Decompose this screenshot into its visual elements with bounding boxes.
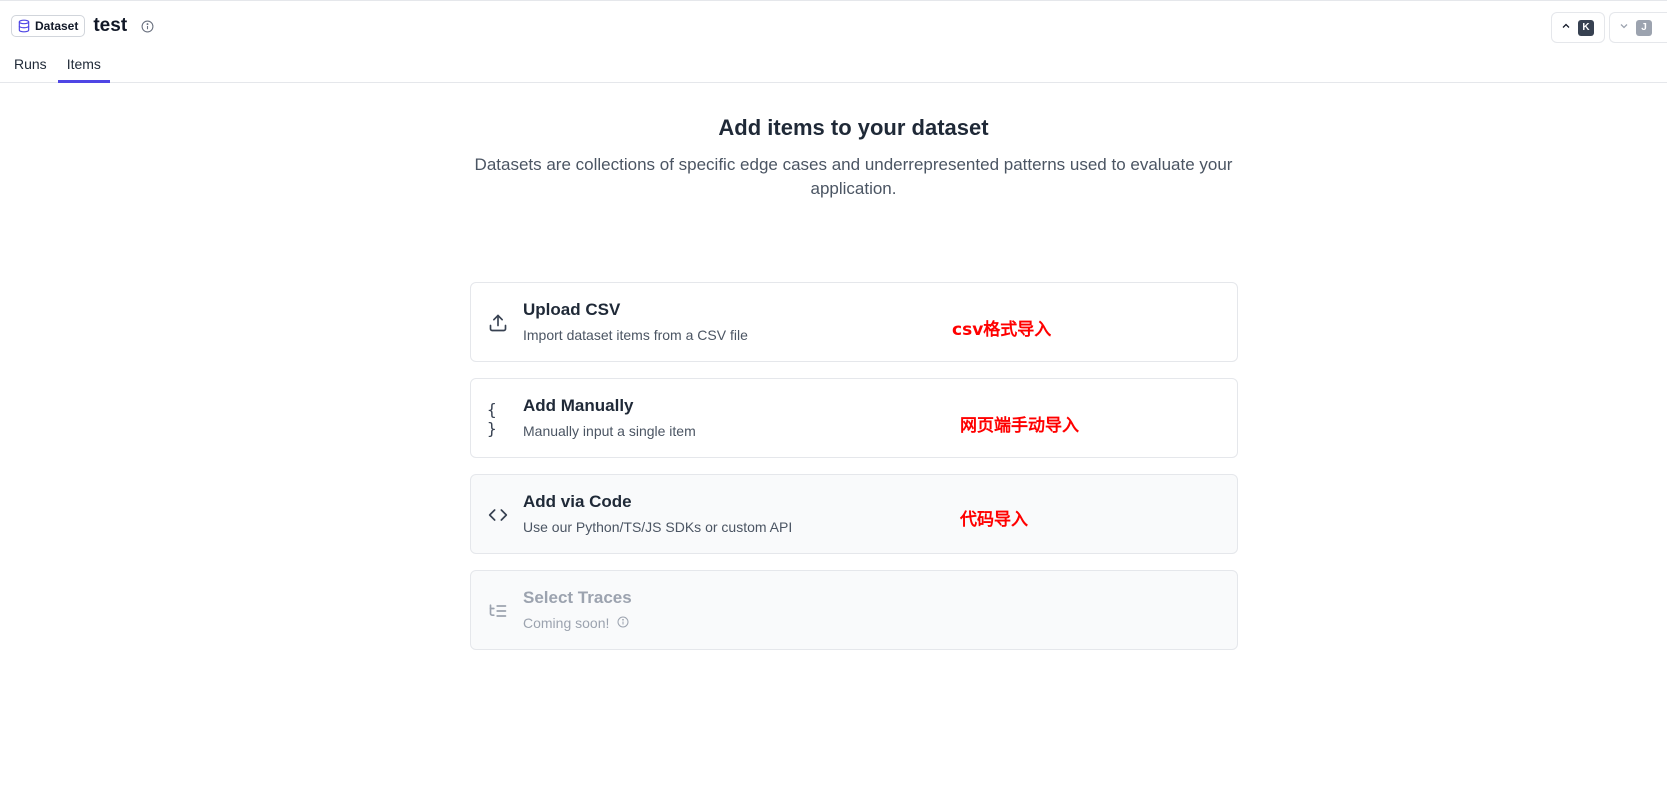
annotation-manual: 网页端手动导入 [960,416,1079,436]
title-row: Dataset test [11,15,154,37]
card-description-text: Coming soon! [523,615,610,631]
badge-label: Dataset [35,19,79,33]
previous-item-button[interactable]: K [1551,12,1605,43]
annotation-code: 代码导入 [960,510,1028,530]
code-icon [487,504,509,526]
empty-state-hero: Add items to your dataset Datasets are c… [0,115,1667,201]
database-icon [17,19,31,33]
add-manually-card[interactable]: { } Add Manually Manually input a single… [470,378,1238,458]
card-description: Import dataset items from a CSV file [523,327,748,343]
page-title: test [93,15,128,36]
card-description: Use our Python/TS/JS SDKs or custom API [523,519,792,535]
list-tree-icon [487,600,509,622]
upload-csv-card[interactable]: Upload CSV Import dataset items from a C… [470,282,1238,362]
info-icon[interactable] [141,20,154,33]
card-title: Add via Code [523,492,632,511]
card-description-text: Manually input a single item [523,423,696,439]
card-description-text: Import dataset items from a CSV file [523,327,748,343]
chevron-down-icon [1618,19,1630,37]
tab-items[interactable]: Items [57,51,111,83]
chevron-up-icon [1560,19,1572,37]
card-description: Manually input a single item [523,423,696,439]
braces-icon: { } [487,400,497,438]
tab-runs[interactable]: Runs [5,51,56,83]
page-header: Dataset test K J Runs Items [0,0,1667,83]
annotation-csv: csv格式导入 [952,320,1052,340]
tab-bar: Runs Items [0,51,111,83]
card-title: Add Manually [523,396,634,415]
add-via-code-card[interactable]: Add via Code Use our Python/TS/JS SDKs o… [470,474,1238,554]
hero-description: Datasets are collections of specific edg… [474,155,1233,198]
card-description-text: Use our Python/TS/JS SDKs or custom API [523,519,793,535]
card-description: Coming soon! [523,615,629,631]
upload-icon [487,312,509,334]
shortcut-key-k: K [1578,19,1594,36]
hero-title: Add items to your dataset [718,115,989,140]
select-traces-card: Select Traces Coming soon! [470,570,1238,650]
add-items-options: Upload CSV Import dataset items from a C… [470,282,1238,666]
card-title: Select Traces [523,588,632,607]
info-icon[interactable] [617,615,629,631]
shortcut-key-j: J [1636,19,1652,36]
card-title: Upload CSV [523,300,621,319]
dataset-badge: Dataset [11,15,86,37]
next-item-button[interactable]: J [1609,12,1667,43]
